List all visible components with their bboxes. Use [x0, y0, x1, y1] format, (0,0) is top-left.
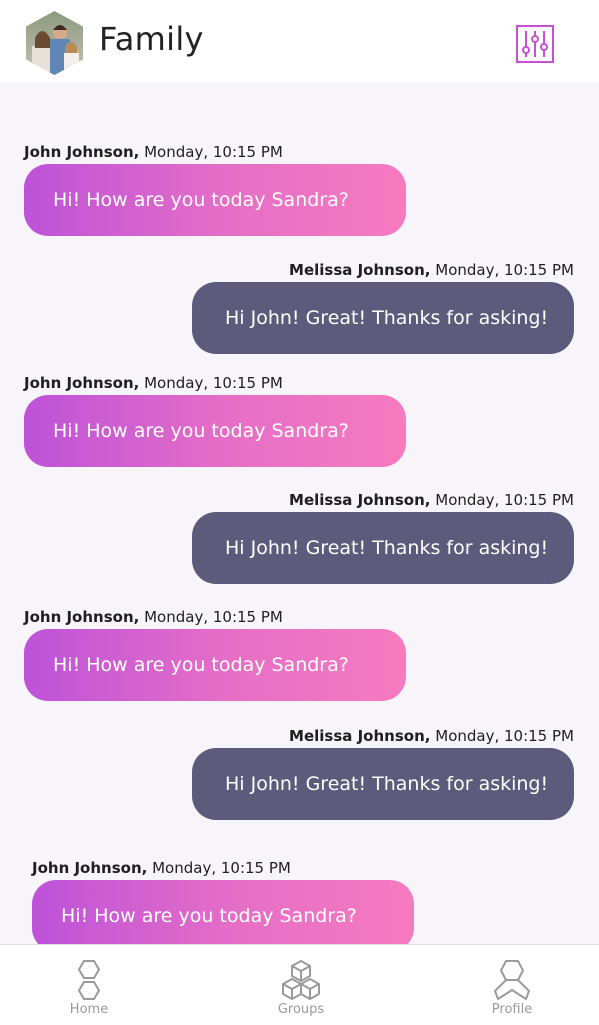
message-bubble[interactable]: Hi! How are you today Sandra? [24, 164, 406, 236]
message-incoming: John Johnson, Monday, 10:15 PM Hi! How a… [24, 608, 406, 701]
tab-home[interactable]: Home [29, 945, 149, 1025]
message-text: Hi! How are you today Sandra? [53, 654, 349, 676]
message-time: Monday, 10:15 PM [144, 374, 283, 392]
message-list[interactable]: John Johnson, Monday, 10:15 PM Hi! How a… [0, 82, 599, 944]
message-meta: John Johnson, Monday, 10:15 PM [24, 374, 406, 392]
message-time: Monday, 10:15 PM [144, 608, 283, 626]
tab-groups[interactable]: Groups [241, 945, 361, 1025]
tab-home-label: Home [69, 1002, 109, 1017]
message-text: Hi! How are you today Sandra? [53, 420, 349, 442]
message-time: Monday, 10:15 PM [144, 143, 283, 161]
message-outgoing: Melissa Johnson, Monday, 10:15 PM Hi Joh… [192, 727, 574, 820]
message-text: Hi! How are you today Sandra? [61, 905, 357, 927]
message-time: Monday, 10:15 PM [435, 727, 574, 745]
hexagons-stacked-icon [77, 960, 101, 1000]
message-text: Hi John! Great! Thanks for asking! [225, 773, 549, 795]
person-hexagon-icon [494, 960, 530, 1000]
message-time: Monday, 10:15 PM [152, 859, 291, 877]
message-outgoing: Melissa Johnson, Monday, 10:15 PM Hi Joh… [192, 491, 574, 584]
message-meta: Melissa Johnson, Monday, 10:15 PM [192, 727, 574, 745]
sender-name: John Johnson, [32, 859, 148, 877]
tab-groups-label: Groups [277, 1002, 325, 1017]
message-incoming: John Johnson, Monday, 10:15 PM Hi! How a… [24, 143, 406, 236]
message-incoming: John Johnson, Monday, 10:15 PM Hi! How a… [24, 374, 406, 467]
message-outgoing: Melissa Johnson, Monday, 10:15 PM Hi Joh… [192, 261, 574, 354]
sliders-icon[interactable] [515, 24, 555, 64]
app-header: Family [0, 0, 599, 82]
message-meta: John Johnson, Monday, 10:15 PM [24, 143, 406, 161]
message-bubble[interactable]: Hi! How are you today Sandra? [32, 880, 414, 944]
message-meta: John Johnson, Monday, 10:15 PM [32, 859, 414, 877]
message-meta: Melissa Johnson, Monday, 10:15 PM [192, 261, 574, 279]
message-bubble[interactable]: Hi John! Great! Thanks for asking! [192, 512, 574, 584]
message-bubble[interactable]: Hi John! Great! Thanks for asking! [192, 282, 574, 354]
page-title: Family [99, 20, 204, 58]
message-text: Hi John! Great! Thanks for asking! [225, 307, 549, 329]
sender-name: Melissa Johnson, [289, 491, 431, 509]
bottom-tab-bar: Home Groups Profile [0, 944, 599, 1025]
cubes-icon [282, 960, 320, 1000]
message-time: Monday, 10:15 PM [435, 491, 574, 509]
message-incoming: John Johnson, Monday, 10:15 PM Hi! How a… [32, 859, 414, 944]
tab-profile-label: Profile [491, 1002, 533, 1017]
sender-name: Melissa Johnson, [289, 261, 431, 279]
sender-name: John Johnson, [24, 374, 140, 392]
group-avatar[interactable] [24, 10, 85, 76]
message-text: Hi John! Great! Thanks for asking! [225, 537, 549, 559]
message-bubble[interactable]: Hi John! Great! Thanks for asking! [192, 748, 574, 820]
sender-name: John Johnson, [24, 143, 140, 161]
message-time: Monday, 10:15 PM [435, 261, 574, 279]
message-bubble[interactable]: Hi! How are you today Sandra? [24, 395, 406, 467]
message-bubble[interactable]: Hi! How are you today Sandra? [24, 629, 406, 701]
sender-name: John Johnson, [24, 608, 140, 626]
sender-name: Melissa Johnson, [289, 727, 431, 745]
message-meta: John Johnson, Monday, 10:15 PM [24, 608, 406, 626]
message-text: Hi! How are you today Sandra? [53, 189, 349, 211]
tab-profile[interactable]: Profile [452, 945, 572, 1025]
message-meta: Melissa Johnson, Monday, 10:15 PM [192, 491, 574, 509]
